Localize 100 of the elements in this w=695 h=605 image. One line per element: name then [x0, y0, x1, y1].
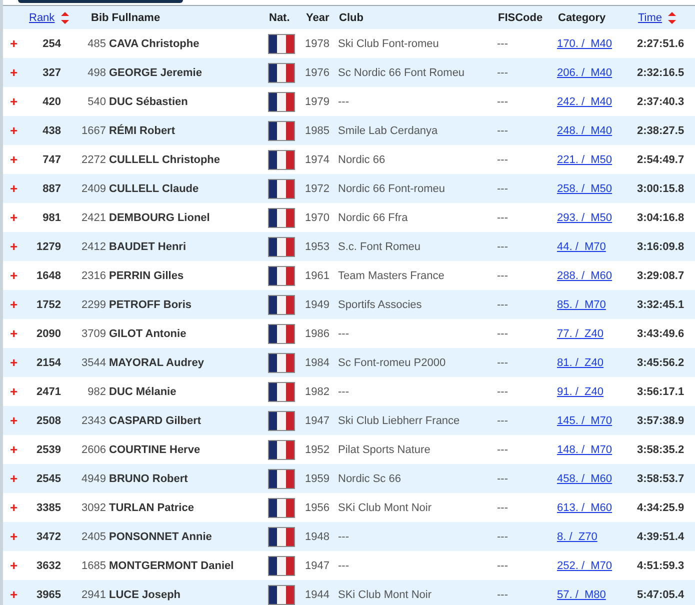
bib-cell-text: 2343 [80, 414, 107, 426]
flag-icon [268, 120, 295, 140]
expand-toggle[interactable]: + [3, 152, 25, 167]
fiscode-cell-text: --- [497, 328, 509, 340]
expand-toggle[interactable]: + [3, 181, 25, 196]
time-cell-text: 3:04:16.8 [637, 212, 686, 224]
category-link[interactable]: 288. / M60 [557, 270, 612, 282]
category-link[interactable]: 91. / Z40 [557, 386, 604, 398]
time-cell-text: 4:39:51.4 [637, 530, 686, 542]
expand-toggle[interactable]: + [3, 94, 25, 109]
category-link[interactable]: 170. / M40 [557, 38, 612, 50]
expand-toggle[interactable]: + [3, 123, 25, 138]
category-link[interactable]: 148. / M70 [557, 444, 612, 456]
category-link[interactable]: 293. / M50 [557, 212, 612, 224]
year-cell-text: 1961 [305, 270, 330, 282]
club-cell-text: Nordic 66 [338, 154, 386, 166]
category-link[interactable]: 252. / M70 [557, 560, 612, 572]
category-link[interactable]: 258. / M50 [557, 182, 612, 194]
rank-cell-text: 1648 [36, 270, 62, 282]
rank-cell-text: 2471 [36, 386, 62, 398]
rank-cell-text: 1752 [36, 298, 62, 310]
time-cell-text: 3:32:45.1 [637, 298, 686, 310]
expand-toggle[interactable]: + [3, 268, 25, 283]
category-link[interactable]: 248. / M40 [557, 124, 612, 136]
fiscode-cell-text: --- [497, 414, 509, 426]
category-link[interactable]: 206. / M40 [557, 66, 612, 78]
expand-toggle[interactable]: + [3, 384, 25, 399]
category-link[interactable]: 145. / M70 [557, 414, 612, 426]
year-cell-text: 1972 [305, 182, 330, 194]
fiscode-cell-text: --- [497, 444, 509, 456]
sort-icon[interactable] [60, 12, 69, 24]
fiscode-cell-text: --- [497, 472, 509, 484]
bib-cell-text: 2421 [80, 212, 107, 224]
name-cell-text: MAYORAL Audrey [108, 356, 205, 368]
rank-cell-text: 747 [42, 154, 62, 166]
category-link[interactable]: 81. / Z40 [557, 356, 604, 368]
expand-toggle[interactable]: + [3, 558, 25, 573]
bib-cell-text: 2405 [80, 530, 107, 542]
club-cell-text: --- [338, 530, 350, 542]
bib-cell-text: 485 [86, 38, 107, 50]
category-link[interactable]: 221. / M50 [557, 154, 612, 166]
time-cell-text: 3:29:08.7 [637, 270, 686, 282]
fiscode-cell-text: --- [497, 154, 509, 166]
category-link[interactable]: 77. / Z40 [557, 328, 604, 340]
expand-toggle[interactable]: + [3, 500, 25, 515]
flag-icon [268, 526, 295, 546]
fiscode-cell-text: --- [497, 356, 509, 368]
name-cell-text: PETROFF Boris [108, 298, 193, 310]
category-link[interactable]: 8. / Z70 [557, 530, 598, 542]
flag-icon [268, 34, 295, 54]
name-cell-text: GEORGE Jeremie [108, 66, 203, 78]
category-link[interactable]: 458. / M60 [557, 472, 612, 484]
rank-cell-text: 2090 [36, 328, 62, 340]
expand-toggle[interactable]: + [3, 442, 25, 457]
category-link[interactable]: 57. / M80 [557, 588, 606, 600]
sort-link[interactable]: Time [638, 12, 662, 24]
expand-toggle[interactable]: + [3, 65, 25, 80]
bib-cell-text: 2412 [80, 240, 107, 252]
expand-toggle[interactable]: + [3, 36, 25, 51]
name-cell-text: TURLAN Patrice [108, 502, 195, 514]
year-cell-text: 1956 [305, 502, 330, 514]
category-link[interactable]: 85. / M70 [557, 298, 606, 310]
sort-icon[interactable] [668, 12, 676, 24]
column-header: Category [558, 12, 606, 24]
flag-icon [268, 294, 295, 314]
column-header: FISCode [498, 12, 543, 24]
fiscode-cell-text: --- [497, 124, 509, 136]
expand-toggle[interactable]: + [3, 326, 25, 341]
expand-toggle[interactable]: + [3, 587, 25, 602]
fiscode-cell-text: --- [497, 386, 509, 398]
expand-toggle[interactable]: + [3, 413, 25, 428]
expand-toggle[interactable]: + [3, 471, 25, 486]
rank-cell-text: 438 [42, 124, 62, 136]
time-cell-text: 2:38:27.5 [637, 124, 686, 136]
club-cell-text: Nordic 66 Ffra [338, 212, 409, 224]
expand-toggle[interactable]: + [3, 355, 25, 370]
expand-toggle[interactable]: + [3, 297, 25, 312]
flag-icon [268, 468, 295, 488]
club-cell-text: Sc Nordic 66 Font Romeu [338, 66, 466, 78]
column-header: Year [306, 12, 330, 24]
bib-cell-text: 1667 [80, 124, 107, 136]
rank-cell-text: 327 [42, 66, 62, 78]
name-cell-text: DEMBOURG Lionel [108, 212, 211, 224]
expand-toggle[interactable]: + [3, 210, 25, 225]
rank-cell-text: 2545 [36, 472, 62, 484]
year-cell-text: 1947 [305, 414, 330, 426]
category-link[interactable]: 613. / M60 [557, 502, 612, 514]
rank-cell-text: 3472 [36, 530, 62, 542]
bib-cell-text: 2299 [80, 298, 107, 310]
rank-cell-text: 3965 [36, 588, 62, 600]
time-cell-text: 3:58:53.7 [637, 472, 686, 484]
name-cell-text: LUCE Joseph [108, 588, 182, 600]
expand-toggle[interactable]: + [3, 239, 25, 254]
rank-cell-text: 2154 [36, 356, 62, 368]
sort-link[interactable]: Rank [29, 12, 55, 24]
category-link[interactable]: 44. / M70 [557, 240, 606, 252]
category-link[interactable]: 242. / M40 [557, 96, 612, 108]
expand-toggle[interactable]: + [3, 529, 25, 544]
fiscode-cell-text: --- [497, 298, 509, 310]
club-cell-text: Nordic Sc 66 [338, 472, 402, 484]
